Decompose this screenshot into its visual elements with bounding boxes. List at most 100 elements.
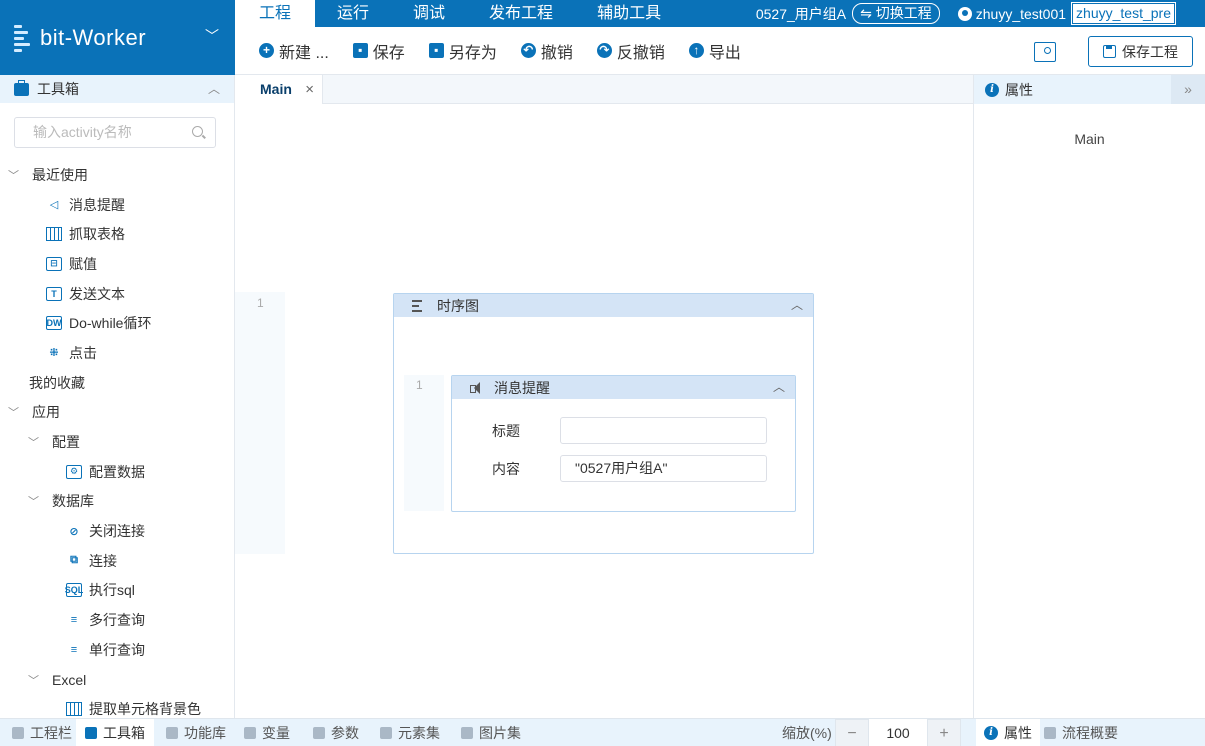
- collapse-up-icon[interactable]: ︿: [773, 378, 785, 395]
- environment-badge[interactable]: zhuyy_test_pre: [1071, 2, 1176, 25]
- tab-run[interactable]: 运行: [315, 0, 391, 27]
- tree-item[interactable]: ﹀ Excel: [0, 665, 234, 695]
- collapse-up-icon[interactable]: ︿: [208, 80, 220, 97]
- zoom-value[interactable]: 100: [869, 719, 927, 746]
- tree-item[interactable]: T 发送文本: [0, 279, 234, 309]
- workflow-canvas[interactable]: 1 时序图 ︿ 1 消息提醒 ︿ 标题 内容 "0527用户组A": [235, 104, 973, 718]
- tree-item[interactable]: 提取单元格背景色: [0, 694, 234, 718]
- redo-button[interactable]: ↷ 反撤销: [596, 39, 665, 63]
- id-card-icon[interactable]: [1034, 41, 1056, 62]
- tab-variables[interactable]: 变量: [238, 719, 296, 746]
- tab-toolbox[interactable]: 工具箱: [76, 719, 154, 746]
- tree-item[interactable]: ⚙ 配置数据: [0, 457, 234, 487]
- parameters-icon: [313, 727, 325, 739]
- undo-label: 撤销: [540, 44, 573, 62]
- tab-tools[interactable]: 辅助工具: [575, 0, 683, 27]
- tree-item[interactable]: ⊘ 关闭连接: [0, 516, 234, 546]
- zoom-label: 缩放(%): [782, 725, 832, 741]
- tree-item[interactable]: ≡ 多行查询: [0, 605, 234, 635]
- sequence-line-number: 1: [257, 296, 264, 310]
- tree-item[interactable]: ﹀ 最近使用: [0, 160, 234, 190]
- search-icon[interactable]: [192, 126, 203, 137]
- zoom-in-button[interactable]: +: [927, 719, 961, 746]
- tab-images[interactable]: 图片集: [455, 719, 527, 746]
- save-project-button[interactable]: 保存工程: [1088, 36, 1193, 67]
- save-button[interactable]: ▪ 保存: [352, 39, 405, 63]
- tab-properties[interactable]: i 属性: [976, 719, 1040, 746]
- tree-item-label: 发送文本: [69, 285, 125, 302]
- tab-main[interactable]: Main ×: [235, 75, 323, 104]
- tab-elements[interactable]: 元素集: [374, 719, 446, 746]
- save-label: 保存: [372, 44, 405, 62]
- undo-button[interactable]: ↶ 撤销: [520, 39, 573, 63]
- multi-query-icon: ≡: [70, 614, 78, 627]
- content-input[interactable]: "0527用户组A": [560, 455, 767, 482]
- tree-item-label: 配置数据: [89, 463, 145, 480]
- project-group: 0527_用户组A: [755, 5, 847, 22]
- bottom-tab-label: 工具箱: [103, 725, 145, 741]
- tab-library[interactable]: 功能库: [160, 719, 232, 746]
- bottom-right-tab-label: 属性: [1004, 725, 1032, 741]
- zoom-out-button[interactable]: −: [835, 719, 869, 746]
- activity-tree: ﹀ 最近使用 ◁ 消息提醒 抓取表格 ⊟ 赋值 T 发送文本 DW Do-while循环 ⁜ 点击 我的收…: [0, 160, 234, 718]
- app-brand[interactable]: bit-Worker ﹀: [0, 0, 235, 75]
- switch-project-button[interactable]: ⇋ 切换工程: [852, 3, 940, 24]
- tree-item-label: 单行查询: [89, 641, 145, 658]
- undo-icon: ↶: [520, 43, 536, 58]
- collapse-up-icon[interactable]: ︿: [791, 296, 803, 313]
- chevron-down-icon[interactable]: ﹀: [28, 434, 39, 450]
- speaker-icon: [470, 381, 484, 394]
- tree-item-label: 赋值: [69, 255, 97, 272]
- tree-item[interactable]: ⁜ 点击: [0, 338, 234, 368]
- sequence-block[interactable]: 时序图 ︿ 1 消息提醒 ︿ 标题 内容 "0527用户组A": [393, 293, 814, 554]
- tree-item[interactable]: ﹀ 配置: [0, 427, 234, 457]
- library-icon: [166, 727, 178, 739]
- expand-right-icon[interactable]: »: [1171, 75, 1205, 104]
- tab-debug[interactable]: 调试: [391, 0, 467, 27]
- tree-item[interactable]: ⧉ 连接: [0, 546, 234, 576]
- properties-title: 属性: [1005, 81, 1033, 98]
- sequence-header[interactable]: 时序图 ︿: [394, 294, 813, 317]
- tree-item[interactable]: 抓取表格: [0, 219, 234, 249]
- tree-item[interactable]: ⊟ 赋值: [0, 249, 234, 279]
- tree-item[interactable]: 我的收藏: [0, 368, 234, 398]
- new-button[interactable]: + 新建 ...: [259, 39, 329, 63]
- app-header: bit-Worker ﹀ 工程 运行 调试 发布工程 辅助工具 0527_用户组…: [0, 0, 1205, 75]
- speaker-icon: ◁: [49, 199, 59, 212]
- properties-main-label: Main: [1074, 131, 1105, 147]
- toolbar: + 新建 ... ▪ 保存 ▪ 另存为 ↶ 撤销 ↷ 反撤销 ↑ 导出 保存工程: [235, 27, 1205, 75]
- message-activity[interactable]: 消息提醒 ︿ 标题 内容 "0527用户组A": [451, 375, 796, 512]
- chevron-down-icon[interactable]: ﹀: [28, 672, 39, 688]
- tab-project[interactable]: 工程: [235, 0, 316, 27]
- tab-parameters[interactable]: 参数: [307, 719, 365, 746]
- properties-header: i 属性 »: [974, 75, 1205, 104]
- tab-main-label: Main: [260, 81, 292, 97]
- chevron-down-icon[interactable]: ﹀: [205, 26, 219, 46]
- project-bar-icon: [12, 727, 24, 739]
- new-label: 新建 ...: [279, 44, 329, 62]
- tree-item[interactable]: DW Do-while循环: [0, 308, 234, 338]
- image-icon: [461, 727, 473, 739]
- title-input[interactable]: [560, 417, 767, 444]
- save-icon: ▪: [352, 43, 368, 58]
- message-activity-header[interactable]: 消息提醒 ︿: [452, 376, 795, 399]
- tab-project-bar[interactable]: 工程栏: [6, 719, 78, 746]
- close-icon[interactable]: ×: [305, 75, 314, 104]
- save-as-button[interactable]: ▪ 另存为: [428, 39, 497, 63]
- chevron-down-icon[interactable]: ﹀: [28, 493, 39, 509]
- tree-item[interactable]: ﹀ 数据库: [0, 487, 234, 517]
- export-button[interactable]: ↑ 导出: [688, 39, 741, 63]
- activity-search-input[interactable]: 输入activity名称: [14, 117, 216, 148]
- tree-item[interactable]: ﹀ 应用: [0, 398, 234, 428]
- tab-flow-overview[interactable]: 流程概要: [1038, 719, 1124, 746]
- chevron-down-icon[interactable]: ﹀: [8, 167, 19, 183]
- username[interactable]: zhuyy_test001: [976, 6, 1066, 22]
- tree-item[interactable]: SQL 执行sql: [0, 576, 234, 606]
- tree-item-label: 应用: [32, 404, 60, 421]
- toolbox-panel: 工具箱 ︿ 输入activity名称 ﹀ 最近使用 ◁ 消息提醒 抓取表格 ⊟ 赋值 T 发送文…: [0, 75, 235, 718]
- chevron-down-icon[interactable]: ﹀: [8, 404, 19, 420]
- tab-publish[interactable]: 发布工程: [467, 0, 575, 27]
- tree-item[interactable]: ≡ 单行查询: [0, 635, 234, 665]
- tree-item[interactable]: ◁ 消息提醒: [0, 190, 234, 220]
- bottom-tab-label: 图片集: [479, 725, 521, 741]
